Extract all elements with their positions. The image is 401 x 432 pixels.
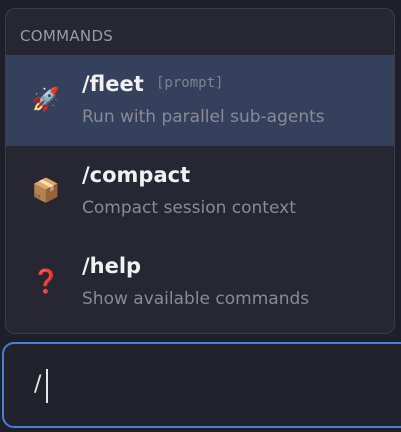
command-name: /help: [82, 254, 142, 278]
package-icon: 📦: [31, 178, 61, 204]
text-caret: [46, 369, 48, 403]
rocket-icon: 🚀: [31, 87, 61, 113]
popup-header: COMMANDS: [20, 27, 114, 45]
command-name: /fleet: [82, 72, 144, 96]
command-item-help[interactable]: ❓ /help Show available commands: [6, 237, 394, 328]
command-item-compact[interactable]: 📦 /compact Compact session context: [6, 146, 394, 237]
command-popup: COMMANDS 🚀 /fleet [prompt] Run with para…: [5, 8, 395, 334]
command-description: Compact session context: [82, 198, 296, 218]
input-text: /: [34, 372, 42, 397]
command-description: Run with parallel sub-agents: [82, 107, 325, 127]
question-mark-icon: ❓: [31, 269, 61, 295]
command-input[interactable]: /: [2, 342, 401, 428]
command-item-fleet[interactable]: 🚀 /fleet [prompt] Run with parallel sub-…: [6, 55, 394, 146]
command-name: /compact: [82, 163, 191, 187]
command-hint: [prompt]: [156, 75, 224, 91]
command-description: Show available commands: [82, 289, 310, 309]
